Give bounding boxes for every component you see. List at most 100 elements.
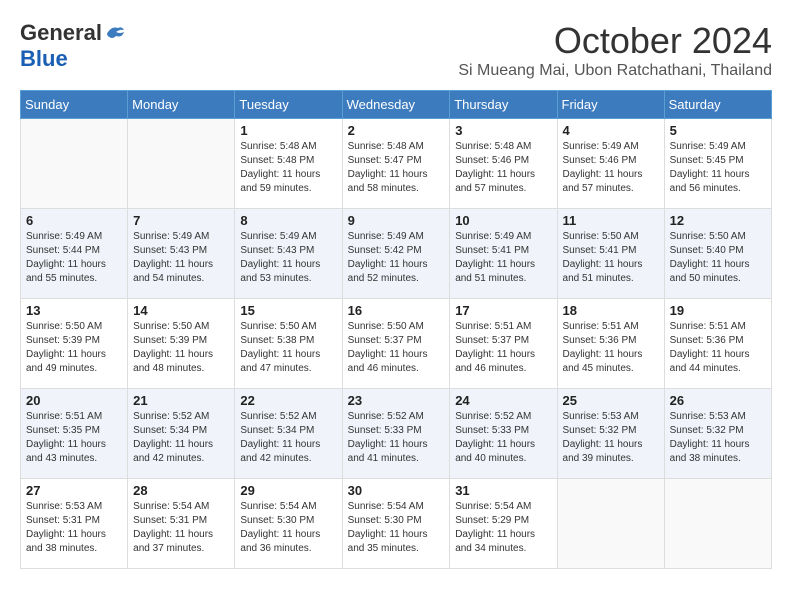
weekday-header-thursday: Thursday — [450, 91, 557, 119]
title-month: October 2024 — [458, 20, 772, 62]
week-row-5: 27 Sunrise: 5:53 AM Sunset: 5:31 PM Dayli… — [21, 479, 772, 569]
day-number: 29 — [240, 483, 336, 498]
calendar-cell: 3 Sunrise: 5:48 AM Sunset: 5:46 PM Daylig… — [450, 119, 557, 209]
day-info: Sunrise: 5:49 AM Sunset: 5:42 PM Dayligh… — [348, 230, 445, 286]
weekday-header-row: SundayMondayTuesdayWednesdayThursdayFrid… — [21, 91, 772, 119]
day-number: 6 — [26, 213, 122, 228]
calendar-cell: 17 Sunrise: 5:51 AM Sunset: 5:37 PM Dayli… — [450, 299, 557, 389]
day-info: Sunrise: 5:50 AM Sunset: 5:41 PM Dayligh… — [563, 230, 659, 286]
calendar-cell: 21 Sunrise: 5:52 AM Sunset: 5:34 PM Dayli… — [128, 389, 235, 479]
day-info: Sunrise: 5:53 AM Sunset: 5:31 PM Dayligh… — [26, 500, 122, 556]
day-info: Sunrise: 5:50 AM Sunset: 5:38 PM Dayligh… — [240, 320, 336, 376]
day-number: 20 — [26, 393, 122, 408]
day-info: Sunrise: 5:49 AM Sunset: 5:43 PM Dayligh… — [133, 230, 229, 286]
weekday-header-wednesday: Wednesday — [342, 91, 450, 119]
title-location: Si Mueang Mai, Ubon Ratchathani, Thailan… — [458, 62, 772, 80]
calendar-cell: 27 Sunrise: 5:53 AM Sunset: 5:31 PM Dayli… — [21, 479, 128, 569]
day-number: 1 — [240, 123, 336, 138]
day-info: Sunrise: 5:52 AM Sunset: 5:34 PM Dayligh… — [133, 410, 229, 466]
day-info: Sunrise: 5:52 AM Sunset: 5:33 PM Dayligh… — [455, 410, 551, 466]
day-number: 19 — [670, 303, 766, 318]
calendar-cell: 19 Sunrise: 5:51 AM Sunset: 5:36 PM Dayli… — [664, 299, 771, 389]
day-info: Sunrise: 5:51 AM Sunset: 5:36 PM Dayligh… — [670, 320, 766, 376]
calendar-cell: 11 Sunrise: 5:50 AM Sunset: 5:41 PM Dayli… — [557, 209, 664, 299]
calendar-cell: 2 Sunrise: 5:48 AM Sunset: 5:47 PM Daylig… — [342, 119, 450, 209]
calendar-cell: 25Sunrise: 5:53 AM Sunset: 5:32 PM Dayli… — [557, 389, 664, 479]
day-info: Sunrise: 5:49 AM Sunset: 5:43 PM Dayligh… — [240, 230, 336, 286]
day-info: Sunrise: 5:48 AM Sunset: 5:48 PM Dayligh… — [240, 140, 336, 196]
day-number: 13 — [26, 303, 122, 318]
day-info: Sunrise: 5:51 AM Sunset: 5:37 PM Dayligh… — [455, 320, 551, 376]
day-number: 16 — [348, 303, 445, 318]
day-info: Sunrise: 5:48 AM Sunset: 5:47 PM Dayligh… — [348, 140, 445, 196]
calendar-cell: 20 Sunrise: 5:51 AM Sunset: 5:35 PM Dayli… — [21, 389, 128, 479]
day-number: 12 — [670, 213, 766, 228]
day-number: 11 — [563, 213, 659, 228]
calendar-cell: 29 Sunrise: 5:54 AM Sunset: 5:30 PM Dayli… — [235, 479, 342, 569]
day-number: 26 — [670, 393, 766, 408]
day-info: Sunrise: 5:49 AM Sunset: 5:46 PM Dayligh… — [563, 140, 659, 196]
weekday-header-friday: Friday — [557, 91, 664, 119]
day-number: 17 — [455, 303, 551, 318]
day-info: Sunrise: 5:54 AM Sunset: 5:30 PM Dayligh… — [348, 500, 445, 556]
day-number: 24 — [455, 393, 551, 408]
day-info: Sunrise: 5:50 AM Sunset: 5:37 PM Dayligh… — [348, 320, 445, 376]
day-number: 28 — [133, 483, 229, 498]
calendar-cell: 30 Sunrise: 5:54 AM Sunset: 5:30 PM Dayli… — [342, 479, 450, 569]
calendar-cell — [557, 479, 664, 569]
calendar-cell: 5 Sunrise: 5:49 AM Sunset: 5:45 PM Daylig… — [664, 119, 771, 209]
day-number: 4 — [563, 123, 659, 138]
day-number: 15 — [240, 303, 336, 318]
calendar-cell: 8 Sunrise: 5:49 AM Sunset: 5:43 PM Daylig… — [235, 209, 342, 299]
day-number: 7 — [133, 213, 229, 228]
day-number: 23 — [348, 393, 445, 408]
calendar-cell: 18Sunrise: 5:51 AM Sunset: 5:36 PM Dayli… — [557, 299, 664, 389]
day-number: 30 — [348, 483, 445, 498]
calendar-cell: 31 Sunrise: 5:54 AM Sunset: 5:29 PM Dayli… — [450, 479, 557, 569]
day-info: Sunrise: 5:54 AM Sunset: 5:29 PM Dayligh… — [455, 500, 551, 556]
day-number: 14 — [133, 303, 229, 318]
day-info: Sunrise: 5:52 AM Sunset: 5:34 PM Dayligh… — [240, 410, 336, 466]
day-info: Sunrise: 5:50 AM Sunset: 5:40 PM Dayligh… — [670, 230, 766, 286]
week-row-1: 1 Sunrise: 5:48 AM Sunset: 5:48 PM Daylig… — [21, 119, 772, 209]
day-info: Sunrise: 5:49 AM Sunset: 5:41 PM Dayligh… — [455, 230, 551, 286]
day-info: Sunrise: 5:54 AM Sunset: 5:30 PM Dayligh… — [240, 500, 336, 556]
weekday-header-tuesday: Tuesday — [235, 91, 342, 119]
week-row-2: 6 Sunrise: 5:49 AM Sunset: 5:44 PM Daylig… — [21, 209, 772, 299]
calendar-cell: 6 Sunrise: 5:49 AM Sunset: 5:44 PM Daylig… — [21, 209, 128, 299]
day-number: 3 — [455, 123, 551, 138]
day-number: 31 — [455, 483, 551, 498]
day-info: Sunrise: 5:52 AM Sunset: 5:33 PM Dayligh… — [348, 410, 445, 466]
week-row-3: 13 Sunrise: 5:50 AM Sunset: 5:39 PM Dayli… — [21, 299, 772, 389]
day-info: Sunrise: 5:53 AM Sunset: 5:32 PM Dayligh… — [670, 410, 766, 466]
day-number: 21 — [133, 393, 229, 408]
day-number: 2 — [348, 123, 445, 138]
calendar-cell: 28 Sunrise: 5:54 AM Sunset: 5:31 PM Dayli… — [128, 479, 235, 569]
day-number: 27 — [26, 483, 122, 498]
title-area: October 2024 Si Mueang Mai, Ubon Ratchat… — [458, 20, 772, 80]
calendar-cell — [21, 119, 128, 209]
calendar-cell: 1 Sunrise: 5:48 AM Sunset: 5:48 PM Daylig… — [235, 119, 342, 209]
day-info: Sunrise: 5:54 AM Sunset: 5:31 PM Dayligh… — [133, 500, 229, 556]
calendar-cell: 10 Sunrise: 5:49 AM Sunset: 5:41 PM Dayli… — [450, 209, 557, 299]
calendar-cell: 9 Sunrise: 5:49 AM Sunset: 5:42 PM Daylig… — [342, 209, 450, 299]
calendar-cell: 13 Sunrise: 5:50 AM Sunset: 5:39 PM Dayli… — [21, 299, 128, 389]
day-info: Sunrise: 5:50 AM Sunset: 5:39 PM Dayligh… — [26, 320, 122, 376]
header: General Blue October 2024 Si Mueang Mai,… — [20, 20, 772, 80]
day-info: Sunrise: 5:51 AM Sunset: 5:35 PM Dayligh… — [26, 410, 122, 466]
calendar-cell: 22Sunrise: 5:52 AM Sunset: 5:34 PM Dayli… — [235, 389, 342, 479]
day-number: 10 — [455, 213, 551, 228]
logo-blue: Blue — [20, 46, 68, 72]
day-number: 5 — [670, 123, 766, 138]
day-number: 25 — [563, 393, 659, 408]
calendar-cell: 4 Sunrise: 5:49 AM Sunset: 5:46 PM Daylig… — [557, 119, 664, 209]
day-info: Sunrise: 5:49 AM Sunset: 5:44 PM Dayligh… — [26, 230, 122, 286]
calendar-cell: 16 Sunrise: 5:50 AM Sunset: 5:37 PM Dayli… — [342, 299, 450, 389]
week-row-4: 20 Sunrise: 5:51 AM Sunset: 5:35 PM Dayli… — [21, 389, 772, 479]
logo-general: General — [20, 20, 102, 46]
day-info: Sunrise: 5:49 AM Sunset: 5:45 PM Dayligh… — [670, 140, 766, 196]
day-number: 9 — [348, 213, 445, 228]
calendar-cell: 24 Sunrise: 5:52 AM Sunset: 5:33 PM Dayli… — [450, 389, 557, 479]
day-info: Sunrise: 5:48 AM Sunset: 5:46 PM Dayligh… — [455, 140, 551, 196]
day-number: 8 — [240, 213, 336, 228]
